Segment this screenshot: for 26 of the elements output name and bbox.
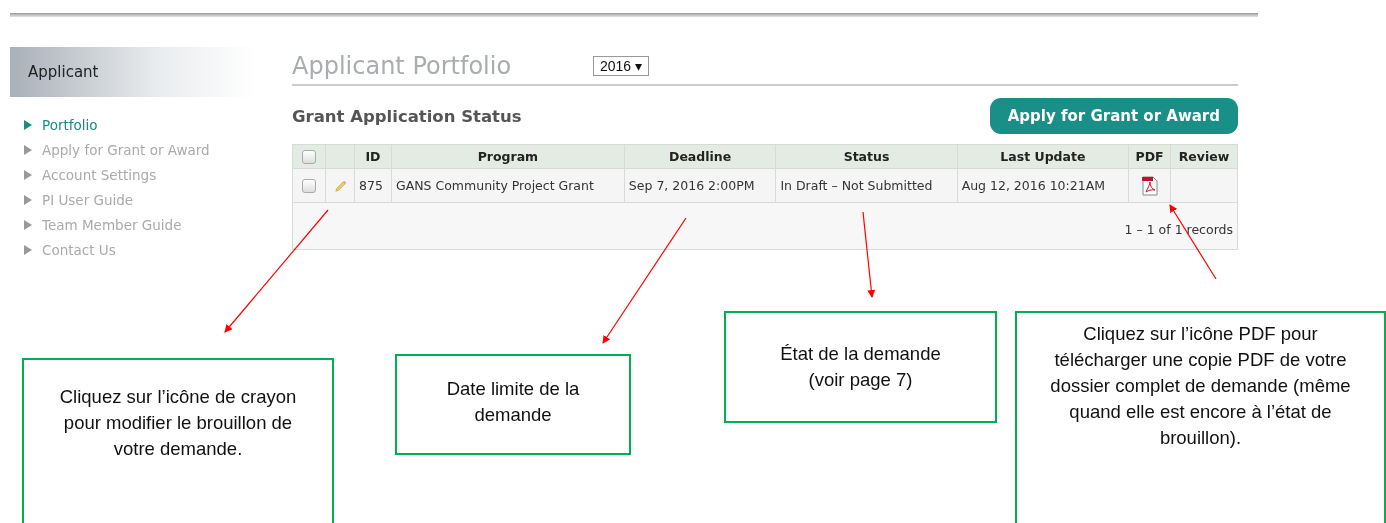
annotation-box: Date limite de la demande xyxy=(395,354,631,455)
table-cell: Aug 12, 2016 10:21AM xyxy=(957,168,1129,203)
sidebar-item[interactable]: PI User Guide xyxy=(24,187,255,212)
annotation-box: Cliquez sur l’icône PDF pour télécharger une copie PDF de votre dossier complet de demande (même quand elle est encore à l’état de brouillon). xyxy=(1015,311,1386,523)
column-header: Review xyxy=(1170,144,1238,169)
sidebar-item[interactable]: Portfolio xyxy=(24,112,255,137)
sidebar-item[interactable]: Account Settings xyxy=(24,162,255,187)
column-header: Program xyxy=(391,144,625,169)
year-select[interactable]: 2016 ▾ xyxy=(593,55,650,76)
record-count: 1 – 1 of 1 records xyxy=(1124,221,1233,237)
sidebar-item[interactable]: Contact Us xyxy=(24,237,255,262)
apply-button[interactable]: Apply for Grant or Award xyxy=(989,98,1238,134)
annotation-box: État de la demande (voir page 7) xyxy=(724,311,997,423)
section-title: Grant Application Status xyxy=(292,106,522,126)
column-header: PDF xyxy=(1128,144,1171,169)
column-header: ID xyxy=(354,144,392,169)
table-cell: Sep 7, 2016 2:00PM xyxy=(624,168,776,203)
sidebar-item[interactable]: Apply for Grant or Award xyxy=(24,137,255,162)
annotation-box: Cliquez sur l’icône de crayon pour modifier le brouillon de votre demande. xyxy=(22,358,334,523)
sidebar-item[interactable]: Team Member Guide xyxy=(24,212,255,237)
column-header: Last Update xyxy=(957,144,1129,169)
page-title: Applicant Portfolio xyxy=(292,51,513,80)
column-header: Status xyxy=(775,144,958,169)
table-cell: In Draft – Not Submitted xyxy=(775,168,958,203)
table-cell: GANS Community Project Grant xyxy=(391,168,625,203)
column-header: Deadline xyxy=(624,144,776,169)
